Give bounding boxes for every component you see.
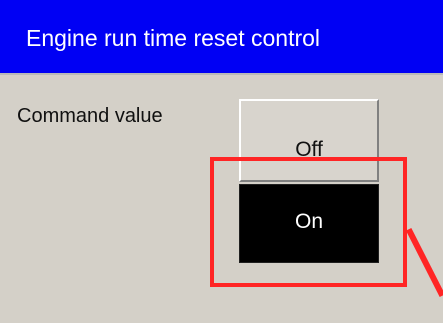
window-title: Engine run time reset control <box>26 25 321 51</box>
on-button-label: On <box>294 209 323 233</box>
command-value-label: Command value <box>17 105 163 127</box>
off-button[interactable]: Off <box>239 99 379 182</box>
off-button-label: Off <box>295 137 323 161</box>
red-arrow-icon <box>405 227 443 298</box>
on-button[interactable]: On <box>239 184 379 263</box>
title-bar: Engine run time reset control <box>0 0 443 75</box>
